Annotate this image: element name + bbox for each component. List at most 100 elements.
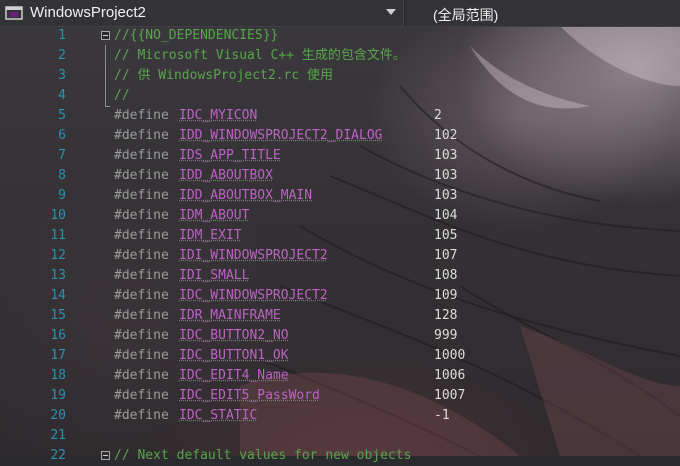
comment-text: // 供 WindowsProject2.rc 使用: [114, 66, 333, 86]
define-line: 14 #define IDC_WINDOWSPROJECT2 109: [0, 286, 680, 306]
collapse-icon[interactable]: [101, 31, 110, 40]
line-number: 22: [26, 446, 66, 466]
line-number: 14: [26, 286, 66, 306]
line-number: 15: [26, 306, 66, 326]
macro-name[interactable]: IDS_APP_TITLE: [179, 146, 281, 166]
macro-value: 128: [434, 306, 457, 326]
scope-dropdown[interactable]: (全局范围): [407, 0, 680, 26]
define-keyword: #define: [114, 146, 169, 166]
macro-value: 1000: [434, 346, 465, 366]
comment-text: //: [114, 86, 130, 106]
define-line: 16 #define IDC_BUTTON2_NO 999: [0, 326, 680, 346]
macro-name[interactable]: IDC_MYICON: [179, 106, 257, 126]
macro-name[interactable]: IDD_WINDOWSPROJECT2_DIALOG: [179, 126, 383, 146]
line-number: 12: [26, 246, 66, 266]
macro-name[interactable]: IDD_ABOUTBOX_MAIN: [179, 186, 312, 206]
macro-name[interactable]: IDR_MAINFRAME: [179, 306, 281, 326]
macro-name[interactable]: IDC_WINDOWSPROJECT2: [179, 286, 328, 306]
define-keyword: #define: [114, 246, 169, 266]
comment-text: // Next default values for new objects: [114, 446, 411, 466]
define-line: 13 #define IDI_SMALL 108: [0, 266, 680, 286]
define-line: 5 #define IDC_MYICON 2: [0, 106, 680, 126]
line-number: 18: [26, 366, 66, 386]
comment-text: // Microsoft Visual C++ 生成的包含文件。: [114, 46, 406, 66]
define-keyword: #define: [114, 286, 169, 306]
macro-value: 999: [434, 326, 457, 346]
line-number: 3: [26, 66, 66, 86]
code-line: 4 //: [0, 86, 680, 106]
macro-value: 109: [434, 286, 457, 306]
define-line: 18 #define IDC_EDIT4_Name 1006: [0, 366, 680, 386]
macro-name[interactable]: IDD_ABOUTBOX: [179, 166, 273, 186]
navigation-bar: WindowsProject2 (全局范围): [0, 0, 680, 27]
project-name: WindowsProject2: [30, 4, 146, 21]
line-number: 4: [26, 86, 66, 106]
macro-value: 105: [434, 226, 457, 246]
define-keyword: #define: [114, 206, 169, 226]
line-number: 9: [26, 186, 66, 206]
macro-value: 107: [434, 246, 457, 266]
line-number: 13: [26, 266, 66, 286]
define-line: 17 #define IDC_BUTTON1_OK 1000: [0, 346, 680, 366]
macro-name[interactable]: IDC_BUTTON1_OK: [179, 346, 289, 366]
define-line: 9 #define IDD_ABOUTBOX_MAIN 103: [0, 186, 680, 206]
define-keyword: #define: [114, 366, 169, 386]
line-number: 1: [26, 26, 66, 46]
define-keyword: #define: [114, 226, 169, 246]
code-line: 3 // 供 WindowsProject2.rc 使用: [0, 66, 680, 86]
line-number: 11: [26, 226, 66, 246]
define-line: 15 #define IDR_MAINFRAME 128: [0, 306, 680, 326]
define-line: 10 #define IDM_ABOUT 104: [0, 206, 680, 226]
macro-name[interactable]: IDC_BUTTON2_NO: [179, 326, 289, 346]
macro-value: 108: [434, 266, 457, 286]
macro-name[interactable]: IDC_EDIT5_PassWord: [179, 386, 320, 406]
define-line: 12 #define IDI_WINDOWSPROJECT2 107: [0, 246, 680, 266]
scope-label: (全局范围): [433, 5, 498, 25]
code-line: 1 //{{NO_DEPENDENCIES}}: [0, 26, 680, 46]
project-dropdown[interactable]: WindowsProject2: [0, 0, 404, 26]
chevron-down-icon: [386, 9, 396, 15]
macro-value: 103: [434, 166, 457, 186]
define-line: 19 #define IDC_EDIT5_PassWord 1007: [0, 386, 680, 406]
define-keyword: #define: [114, 186, 169, 206]
line-number: 16: [26, 326, 66, 346]
define-keyword: #define: [114, 266, 169, 286]
macro-name[interactable]: IDM_EXIT: [179, 226, 242, 246]
define-line: 7 #define IDS_APP_TITLE 103: [0, 146, 680, 166]
macro-value: 1006: [434, 366, 465, 386]
line-number: 20: [26, 406, 66, 426]
line-number: 17: [26, 346, 66, 366]
line-number: 5: [26, 106, 66, 126]
define-keyword: #define: [114, 326, 169, 346]
line-number: 6: [26, 126, 66, 146]
macro-value: 102: [434, 126, 457, 146]
define-keyword: #define: [114, 406, 169, 426]
define-keyword: #define: [114, 106, 169, 126]
define-line: 11 #define IDM_EXIT 105: [0, 226, 680, 246]
macro-value: -1: [434, 406, 450, 426]
define-keyword: #define: [114, 386, 169, 406]
macro-name[interactable]: IDC_EDIT4_Name: [179, 366, 289, 386]
macro-value: 104: [434, 206, 457, 226]
define-keyword: #define: [114, 126, 169, 146]
line-number: 7: [26, 146, 66, 166]
macro-value: 103: [434, 146, 457, 166]
macro-name[interactable]: IDI_SMALL: [179, 266, 249, 286]
line-number: 2: [26, 46, 66, 66]
define-keyword: #define: [114, 166, 169, 186]
code-line: 21: [0, 426, 680, 446]
macro-name[interactable]: IDM_ABOUT: [179, 206, 249, 226]
comment-text: //{{NO_DEPENDENCIES}}: [114, 26, 278, 46]
macro-name[interactable]: IDI_WINDOWSPROJECT2: [179, 246, 328, 266]
code-line: 2 // Microsoft Visual C++ 生成的包含文件。: [0, 46, 680, 66]
macro-value: 1007: [434, 386, 465, 406]
macro-value: 103: [434, 186, 457, 206]
define-keyword: #define: [114, 346, 169, 366]
macro-name[interactable]: IDC_STATIC: [179, 406, 257, 426]
cpp-project-icon: [5, 5, 23, 21]
code-editor[interactable]: 1 //{{NO_DEPENDENCIES}} 2 // Microsoft V…: [0, 26, 680, 456]
define-keyword: #define: [114, 306, 169, 326]
define-line: 6 #define IDD_WINDOWSPROJECT2_DIALOG 102: [0, 126, 680, 146]
macro-value: 2: [434, 106, 442, 126]
define-line: 20 #define IDC_STATIC -1: [0, 406, 680, 426]
